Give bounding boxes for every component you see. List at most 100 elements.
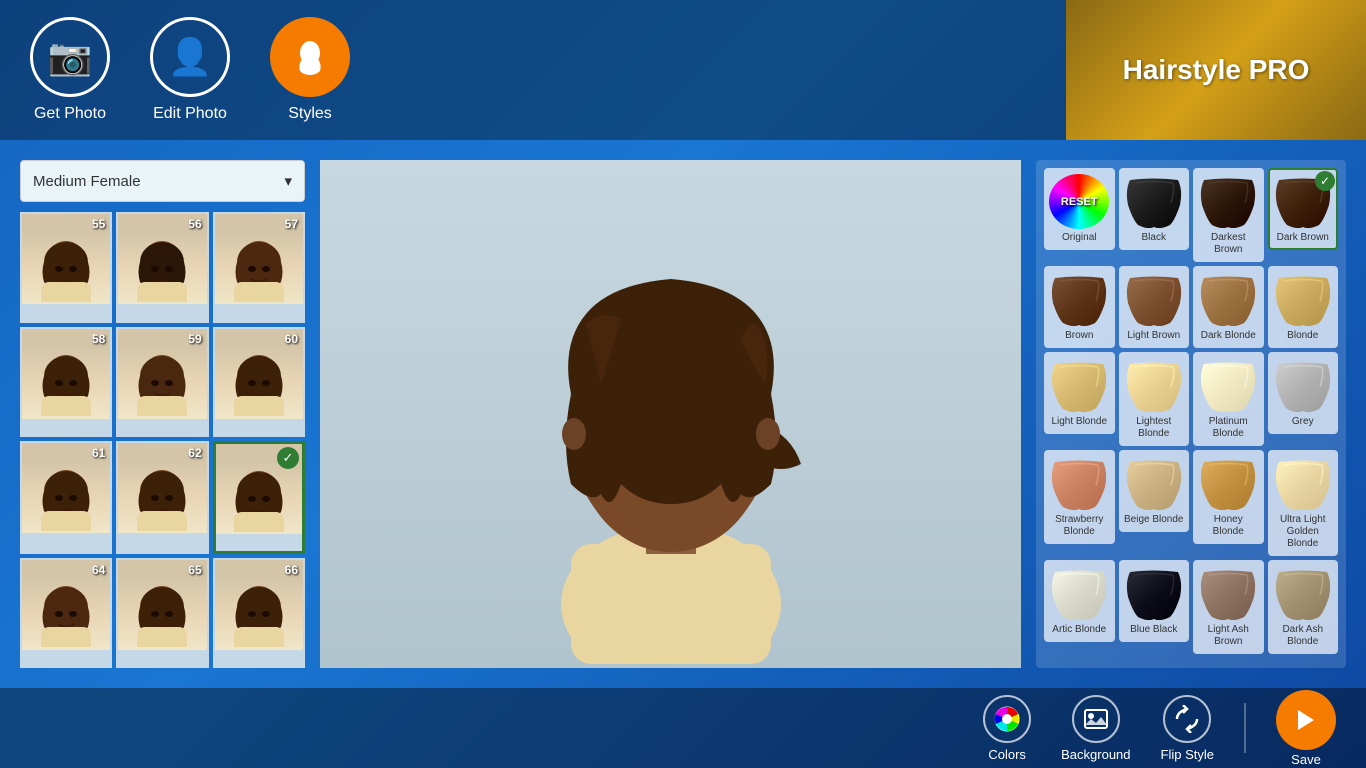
style-item-60[interactable]: 60 xyxy=(213,327,305,438)
color-item-artic-blonde[interactable]: Artic Blonde xyxy=(1044,560,1115,642)
style-num-56: 56 xyxy=(188,217,201,231)
style-num-60: 60 xyxy=(285,332,298,346)
color-item-wrap-beige-blonde: Beige Blonde xyxy=(1119,450,1190,556)
nav-styles[interactable]: Styles xyxy=(270,17,350,123)
color-item-light-ash-brown[interactable]: Light Ash Brown xyxy=(1193,560,1264,654)
color-item-wrap-light-blonde: Light Blonde xyxy=(1044,352,1115,446)
style-num-66: 66 xyxy=(285,563,298,577)
color-item-ultra-light-golden-blonde[interactable]: Ultra Light Golden Blonde xyxy=(1268,450,1339,556)
color-name-brown: Brown xyxy=(1065,330,1093,342)
color-name-dark-blonde: Dark Blonde xyxy=(1201,330,1256,342)
nav-edit-photo[interactable]: 👤 Edit Photo xyxy=(150,17,230,123)
colors-panel: RESET Original Black xyxy=(1036,160,1346,668)
colors-icon xyxy=(983,695,1031,743)
color-item-wrap-reset: RESET Original xyxy=(1044,168,1115,262)
style-item-55[interactable]: 55 xyxy=(20,212,112,323)
color-item-honey-blonde[interactable]: Honey Blonde xyxy=(1193,450,1264,544)
colors-action[interactable]: Colors xyxy=(983,695,1031,762)
swatch-light-blonde xyxy=(1049,358,1109,413)
color-name-black: Black xyxy=(1142,232,1166,244)
color-item-dark-blonde[interactable]: Dark Blonde xyxy=(1193,266,1264,348)
selected-check-63: ✓ xyxy=(277,447,299,469)
style-item-63[interactable]: ✓ xyxy=(213,441,305,554)
reset-swatch: RESET xyxy=(1049,174,1109,229)
colors-grid: RESET Original Black xyxy=(1044,168,1338,654)
color-item-wrap-blue-black: Blue Black xyxy=(1119,560,1190,654)
color-item-light-brown[interactable]: Light Brown xyxy=(1119,266,1190,348)
color-name-lightest-blonde: Lightest Blonde xyxy=(1123,416,1186,440)
color-name-light-blonde: Light Blonde xyxy=(1051,416,1107,428)
color-item-wrap-black: Black xyxy=(1119,168,1190,262)
style-num-55: 55 xyxy=(92,217,105,231)
color-item-darkest-brown[interactable]: Darkest Brown xyxy=(1193,168,1264,262)
color-item-platinum-blonde[interactable]: Platinum Blonde xyxy=(1193,352,1264,446)
save-label: Save xyxy=(1291,752,1321,767)
preview-panel xyxy=(320,160,1021,668)
color-item-wrap-dark-blonde: Dark Blonde xyxy=(1193,266,1264,348)
color-item-light-blonde[interactable]: Light Blonde xyxy=(1044,352,1115,434)
color-item-wrap-artic-blonde: Artic Blonde xyxy=(1044,560,1115,654)
style-num-57: 57 xyxy=(285,217,298,231)
background-icon xyxy=(1072,695,1120,743)
nav-get-photo[interactable]: 📷 Get Photo xyxy=(30,17,110,123)
color-item-black[interactable]: Black xyxy=(1119,168,1190,250)
edit-photo-icon: 👤 xyxy=(150,17,230,97)
style-num-62: 62 xyxy=(188,446,201,460)
swatch-brown xyxy=(1049,272,1109,327)
style-item-65[interactable]: 65 xyxy=(116,558,208,669)
color-name-blue-black: Blue Black xyxy=(1130,624,1177,636)
style-item-64[interactable]: 64 xyxy=(20,558,112,669)
color-item-brown[interactable]: Brown xyxy=(1044,266,1115,348)
color-name-ultra-light-golden-blonde: Ultra Light Golden Blonde xyxy=(1272,514,1335,550)
styles-label: Styles xyxy=(288,105,332,123)
color-name-light-ash-brown: Light Ash Brown xyxy=(1197,624,1260,648)
color-item-wrap-platinum-blonde: Platinum Blonde xyxy=(1193,352,1264,446)
save-action[interactable]: Save xyxy=(1276,690,1336,767)
color-item-wrap-brown: Brown xyxy=(1044,266,1115,348)
bottom-divider xyxy=(1244,703,1246,753)
colors-label: Colors xyxy=(988,747,1026,762)
color-item-wrap-honey-blonde: Honey Blonde xyxy=(1193,450,1264,556)
swatch-beige-blonde xyxy=(1124,456,1184,511)
style-item-66[interactable]: 66 xyxy=(213,558,305,669)
color-name-platinum-blonde: Platinum Blonde xyxy=(1197,416,1260,440)
color-name-reset: Original xyxy=(1062,232,1096,244)
color-item-reset[interactable]: RESET Original xyxy=(1044,168,1115,250)
app-title: Hairstyle PRO xyxy=(1123,54,1310,86)
styles-panel: Medium Female ▾ 55 xyxy=(20,160,305,668)
swatch-darkest-brown xyxy=(1198,174,1258,229)
styles-icon xyxy=(270,17,350,97)
color-name-dark-brown: Dark Brown xyxy=(1277,232,1329,244)
style-num-59: 59 xyxy=(188,332,201,346)
style-num-64: 64 xyxy=(92,563,105,577)
color-item-beige-blonde[interactable]: Beige Blonde xyxy=(1119,450,1190,532)
style-item-61[interactable]: 61 xyxy=(20,441,112,554)
style-num-65: 65 xyxy=(188,563,201,577)
flip-style-icon xyxy=(1163,695,1211,743)
color-item-wrap-ultra-light-golden-blonde: Ultra Light Golden Blonde xyxy=(1268,450,1339,556)
style-item-58[interactable]: 58 xyxy=(20,327,112,438)
swatch-strawberry-blonde xyxy=(1049,456,1109,511)
brand-area: Hairstyle PRO xyxy=(1066,0,1366,140)
flip-style-action[interactable]: Flip Style xyxy=(1161,695,1214,762)
background-label: Background xyxy=(1061,747,1130,762)
color-item-dark-ash-blonde[interactable]: Dark Ash Blonde xyxy=(1268,560,1339,654)
swatch-grey xyxy=(1273,358,1333,413)
color-item-lightest-blonde[interactable]: Lightest Blonde xyxy=(1119,352,1190,446)
style-item-59[interactable]: 59 xyxy=(116,327,208,438)
person-preview-svg xyxy=(441,164,901,664)
style-item-57[interactable]: 57 xyxy=(213,212,305,323)
color-item-blue-black[interactable]: Blue Black xyxy=(1119,560,1190,642)
background-action[interactable]: Background xyxy=(1061,695,1130,762)
get-photo-icon: 📷 xyxy=(30,17,110,97)
color-item-blonde[interactable]: Blonde xyxy=(1268,266,1339,348)
styles-dropdown[interactable]: Medium Female ▾ xyxy=(20,160,305,202)
color-item-strawberry-blonde[interactable]: Strawberry Blonde xyxy=(1044,450,1115,544)
style-item-56[interactable]: 56 xyxy=(116,212,208,323)
color-name-darkest-brown: Darkest Brown xyxy=(1197,232,1260,256)
flip-style-label: Flip Style xyxy=(1161,747,1214,762)
color-name-dark-ash-blonde: Dark Ash Blonde xyxy=(1272,624,1335,648)
color-item-grey[interactable]: Grey xyxy=(1268,352,1339,434)
color-item-wrap-light-brown: Light Brown xyxy=(1119,266,1190,348)
style-item-62[interactable]: 62 xyxy=(116,441,208,554)
